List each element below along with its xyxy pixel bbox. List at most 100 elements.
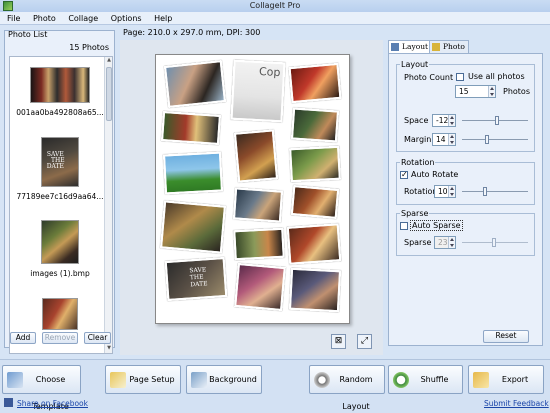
reset-button[interactable]: Reset bbox=[483, 330, 529, 343]
background-label: Background bbox=[209, 375, 257, 384]
rotation-slider-knob[interactable] bbox=[483, 187, 487, 196]
collage-photo[interactable] bbox=[288, 62, 342, 104]
sparse-spinner[interactable] bbox=[448, 237, 455, 248]
shuffle-label: Shuffle bbox=[420, 375, 449, 384]
collage-photo[interactable] bbox=[286, 223, 342, 265]
collage-photo[interactable] bbox=[161, 111, 221, 145]
margin-slider-knob[interactable] bbox=[485, 135, 489, 144]
collage-photo[interactable] bbox=[233, 227, 285, 261]
list-item[interactable]: 001aa0ba492808a65... bbox=[13, 67, 107, 117]
space-slider-knob[interactable] bbox=[495, 116, 499, 125]
photo-count-value: 15 bbox=[459, 87, 469, 96]
random-layout-button[interactable]: Random Layout bbox=[309, 365, 385, 411]
tab-photo[interactable]: Photo bbox=[429, 40, 469, 53]
list-item[interactable] bbox=[13, 298, 107, 330]
scrollbar-thumb[interactable] bbox=[106, 67, 112, 121]
shuffle-button[interactable]: Shuffle bbox=[388, 365, 463, 394]
menu-collage[interactable]: Collage bbox=[63, 12, 103, 25]
collage-photo[interactable] bbox=[290, 185, 340, 219]
collage-photo[interactable] bbox=[163, 60, 227, 108]
save-the-date-text: DATE bbox=[46, 163, 64, 170]
photo-count-label: Photo Count bbox=[404, 73, 454, 82]
shuffle-icon bbox=[393, 372, 409, 388]
export-button[interactable]: Export bbox=[468, 365, 544, 394]
photo-thumbnail bbox=[42, 298, 78, 330]
menu-photo[interactable]: Photo bbox=[28, 12, 61, 25]
photos-unit-label: Photos bbox=[503, 87, 530, 96]
rotation-slider[interactable] bbox=[462, 187, 528, 196]
auto-sparse-checkbox[interactable] bbox=[400, 222, 408, 230]
collage-photo[interactable] bbox=[233, 129, 279, 183]
collage-photo[interactable] bbox=[232, 187, 284, 223]
photo-icon bbox=[432, 43, 440, 51]
rotation-value: 10 bbox=[438, 187, 448, 196]
margin-slider-track bbox=[462, 139, 528, 140]
collage-photo[interactable] bbox=[289, 145, 341, 183]
space-slider[interactable] bbox=[462, 116, 528, 125]
collage-photo[interactable]: Cop bbox=[230, 59, 286, 123]
scroll-up-icon[interactable]: ▲ bbox=[105, 57, 112, 65]
photo-list-scrollbar[interactable]: ▲ ▼ bbox=[104, 57, 112, 353]
margin-spinner[interactable] bbox=[448, 134, 455, 145]
use-all-photos-checkbox[interactable] bbox=[456, 73, 464, 81]
page-setup-button[interactable]: Page Setup bbox=[105, 365, 181, 394]
layout-icon bbox=[391, 43, 399, 51]
sparse-slider[interactable] bbox=[462, 238, 528, 247]
fit-page-icon[interactable]: ⤢ bbox=[357, 334, 372, 349]
rotation-group-title: Rotation bbox=[400, 158, 436, 167]
auto-sparse-label: Auto Sparse bbox=[410, 220, 463, 231]
random-layout-icon bbox=[314, 372, 330, 388]
clear-collage-icon[interactable]: ⊠ bbox=[331, 334, 346, 349]
background-icon bbox=[191, 372, 207, 388]
space-value: -12 bbox=[436, 116, 449, 125]
photo-count-field[interactable]: 15 bbox=[455, 85, 496, 98]
sparse-group: Sparse Auto Sparse Sparse 23 bbox=[396, 209, 535, 256]
tab-layout[interactable]: Layout bbox=[388, 40, 433, 53]
space-spinner[interactable] bbox=[448, 115, 455, 126]
share-facebook-link[interactable]: Share on Facebook bbox=[17, 399, 88, 408]
clear-button[interactable]: Clear bbox=[84, 332, 111, 344]
collage-photo[interactable] bbox=[160, 200, 226, 254]
photo-list[interactable]: 001aa0ba492808a65... SAVE THE DATE 77189… bbox=[9, 56, 113, 354]
add-button[interactable]: Add bbox=[10, 332, 36, 344]
menu-help[interactable]: Help bbox=[149, 12, 177, 25]
collage-photo[interactable] bbox=[162, 151, 224, 195]
choose-template-button[interactable]: Choose Template bbox=[2, 365, 81, 411]
submit-feedback-link[interactable]: Submit Feedback bbox=[484, 399, 549, 408]
layout-group: Layout Photo Count Use all photos 15 Pho… bbox=[396, 60, 535, 152]
collage-photo[interactable]: SAVE THE DATE bbox=[164, 256, 228, 302]
margin-slider[interactable] bbox=[462, 135, 528, 144]
menu-file[interactable]: File bbox=[0, 12, 25, 25]
save-the-date-text: DATE bbox=[190, 280, 208, 289]
list-item[interactable]: SAVE THE DATE 77189ee7c16d9aa64... bbox=[13, 137, 107, 201]
tab-photo-label: Photo bbox=[443, 42, 465, 51]
menu-options[interactable]: Options bbox=[106, 12, 147, 25]
photo-thumbnail: SAVE THE DATE bbox=[41, 137, 79, 187]
rotation-spinner[interactable] bbox=[448, 186, 455, 197]
scroll-down-icon[interactable]: ▼ bbox=[105, 345, 112, 353]
remove-button[interactable]: Remove bbox=[42, 332, 78, 344]
window-title: CollageIt Pro bbox=[249, 1, 301, 10]
photo-filename: 77189ee7c16d9aa64... bbox=[16, 192, 104, 201]
sparse-label: Sparse bbox=[404, 238, 432, 247]
rotation-field[interactable]: 10 bbox=[434, 185, 456, 198]
collage-page[interactable]: SAVE THE DATE Cop bbox=[155, 54, 350, 324]
photo-count-spinner[interactable] bbox=[488, 86, 495, 97]
collage-photo[interactable] bbox=[234, 262, 286, 312]
background-button[interactable]: Background bbox=[186, 365, 262, 394]
space-field[interactable]: -12 bbox=[432, 114, 456, 127]
sparse-field[interactable]: 23 bbox=[434, 236, 456, 249]
auto-rotate-label: Auto Rotate bbox=[411, 170, 459, 179]
margin-field[interactable]: 14 bbox=[432, 133, 456, 146]
canvas-overlay-text: Cop bbox=[258, 65, 281, 80]
collage-photo[interactable] bbox=[288, 267, 342, 313]
photo-thumbnail bbox=[41, 220, 79, 264]
collage-photo[interactable] bbox=[290, 107, 340, 143]
sparse-slider-knob[interactable] bbox=[492, 238, 496, 247]
export-label: Export bbox=[501, 375, 529, 384]
layout-settings-panel: Layout Photo Count Use all photos 15 Pho… bbox=[388, 53, 543, 346]
auto-rotate-checkbox[interactable]: ✓ bbox=[400, 171, 408, 179]
photo-filename: 001aa0ba492808a65... bbox=[16, 108, 104, 117]
list-item[interactable]: images (1).bmp bbox=[13, 220, 107, 278]
margin-label: Margin bbox=[404, 135, 432, 144]
